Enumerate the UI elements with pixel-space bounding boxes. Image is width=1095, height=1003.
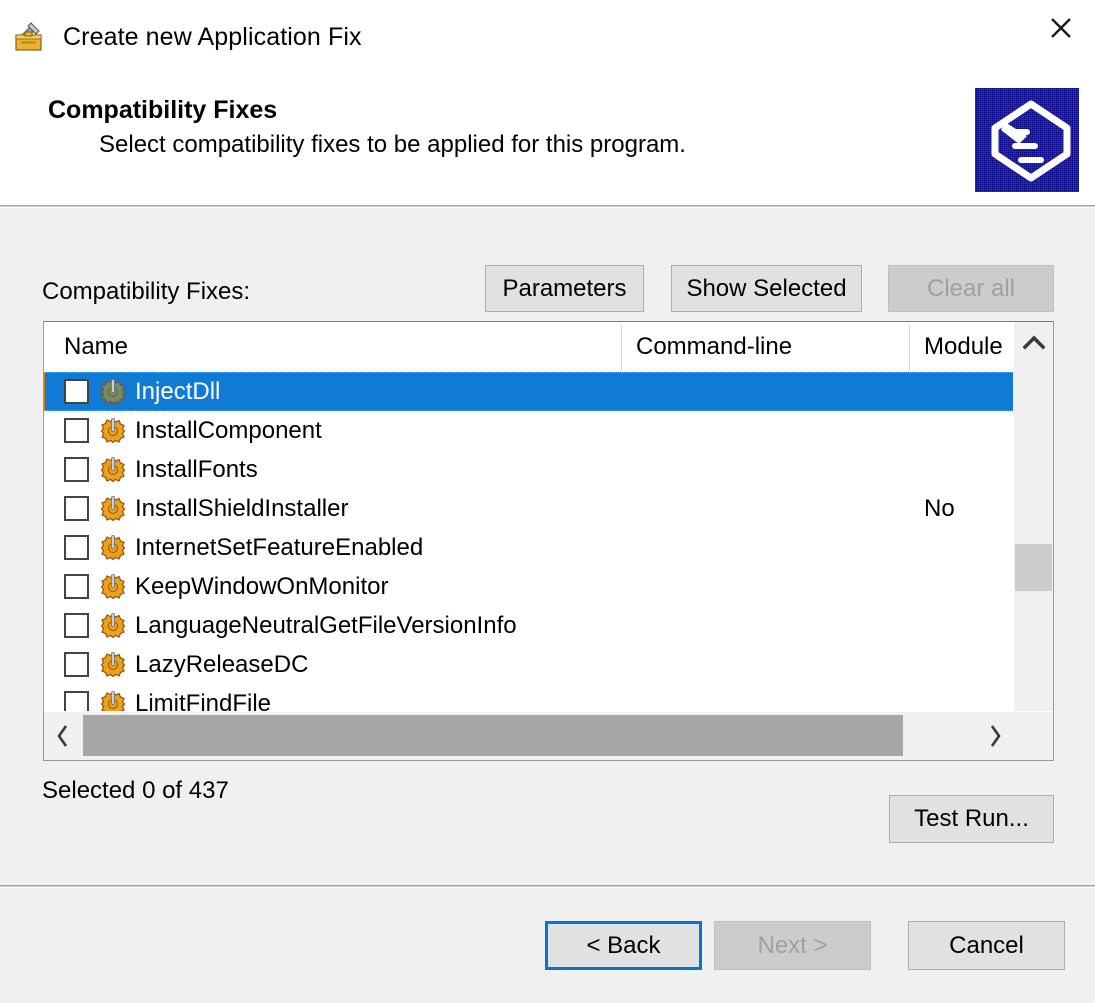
- gear-icon: [99, 690, 127, 712]
- show-selected-button[interactable]: Show Selected: [671, 265, 862, 312]
- row-name: InjectDll: [135, 377, 221, 405]
- row-checkbox[interactable]: [64, 379, 89, 404]
- column-divider: [621, 326, 622, 372]
- back-button[interactable]: < Back: [545, 921, 702, 970]
- clear-all-button[interactable]: Clear all: [888, 265, 1054, 312]
- scroll-up-icon[interactable]: [1014, 322, 1053, 361]
- close-icon[interactable]: [1027, 0, 1095, 56]
- row-name: LimitFindFile: [135, 689, 272, 713]
- row-checkbox[interactable]: [64, 652, 89, 677]
- table-row[interactable]: InstallShieldInstaller No: [44, 489, 1014, 528]
- gear-icon: [99, 495, 127, 523]
- row-checkbox[interactable]: [64, 535, 89, 560]
- table-row[interactable]: InternetSetFeatureEnabled: [44, 528, 1014, 567]
- column-divider: [909, 326, 910, 372]
- gear-icon: [99, 378, 127, 406]
- gear-icon: [99, 612, 127, 640]
- row-checkbox[interactable]: [64, 691, 89, 712]
- scroll-right-icon[interactable]: [976, 712, 1014, 759]
- compatibility-fixes-label: Compatibility Fixes:: [42, 278, 251, 305]
- header-banner: Compatibility Fixes Select compatibility…: [0, 74, 1095, 205]
- toolbox-hammer-icon: [12, 20, 46, 54]
- row-name: InstallComponent: [135, 416, 322, 444]
- parameters-button[interactable]: Parameters: [485, 265, 644, 312]
- gear-icon: [99, 534, 127, 562]
- page-title: Compatibility Fixes: [48, 96, 278, 124]
- table-row[interactable]: LanguageNeutralGetFileVersionInfo: [44, 606, 1014, 645]
- list-column-header: Name Command-line Module: [44, 322, 1053, 373]
- row-name: InstallShieldInstaller: [135, 494, 349, 522]
- row-name: InternetSetFeatureEnabled: [135, 533, 424, 561]
- row-checkbox[interactable]: [64, 457, 89, 482]
- gear-icon: [99, 573, 127, 601]
- horizontal-scrollbar[interactable]: [44, 711, 1053, 760]
- gear-icon: [99, 456, 127, 484]
- window-title: Create new Application Fix: [63, 22, 362, 51]
- test-run-button[interactable]: Test Run...: [889, 795, 1054, 843]
- table-row[interactable]: KeepWindowOnMonitor: [44, 567, 1014, 606]
- scroll-left-icon[interactable]: [44, 712, 82, 759]
- column-header-commandline[interactable]: Command-line: [636, 333, 792, 361]
- compatibility-fixes-list[interactable]: Name Command-line Module InjectDll Instal…: [43, 321, 1054, 761]
- selected-count-status: Selected 0 of 437: [42, 777, 229, 804]
- divider-bottom: [0, 885, 1095, 888]
- table-row[interactable]: LimitFindFile: [44, 684, 1014, 712]
- row-module: No: [924, 494, 955, 522]
- gear-icon: [99, 651, 127, 679]
- list-rows: InjectDll InstallComponent InstallFonts Ins…: [44, 372, 1014, 712]
- column-header-module[interactable]: Module: [924, 333, 1003, 361]
- next-button[interactable]: Next >: [714, 921, 871, 970]
- row-name: LazyReleaseDC: [135, 650, 309, 678]
- cancel-button[interactable]: Cancel: [908, 921, 1065, 970]
- gear-icon: [99, 417, 127, 445]
- table-row[interactable]: InstallComponent: [44, 411, 1014, 450]
- vertical-scrollbar-thumb[interactable]: [1015, 544, 1052, 591]
- row-name: InstallFonts: [135, 455, 258, 483]
- row-name: KeepWindowOnMonitor: [135, 572, 389, 600]
- compatibility-tray-icon: [975, 88, 1079, 192]
- vertical-scrollbar[interactable]: [1013, 322, 1053, 760]
- row-checkbox[interactable]: [64, 613, 89, 638]
- page-subtitle: Select compatibility fixes to be applied…: [99, 131, 686, 158]
- horizontal-scrollbar-thumb[interactable]: [83, 715, 903, 756]
- table-row[interactable]: InjectDll: [44, 372, 1014, 411]
- row-checkbox[interactable]: [64, 418, 89, 443]
- title-bar: Create new Application Fix: [0, 0, 1095, 74]
- row-checkbox[interactable]: [64, 496, 89, 521]
- table-row[interactable]: LazyReleaseDC: [44, 645, 1014, 684]
- row-checkbox[interactable]: [64, 574, 89, 599]
- column-header-name[interactable]: Name: [64, 333, 128, 361]
- table-row[interactable]: InstallFonts: [44, 450, 1014, 489]
- row-name: LanguageNeutralGetFileVersionInfo: [135, 611, 517, 639]
